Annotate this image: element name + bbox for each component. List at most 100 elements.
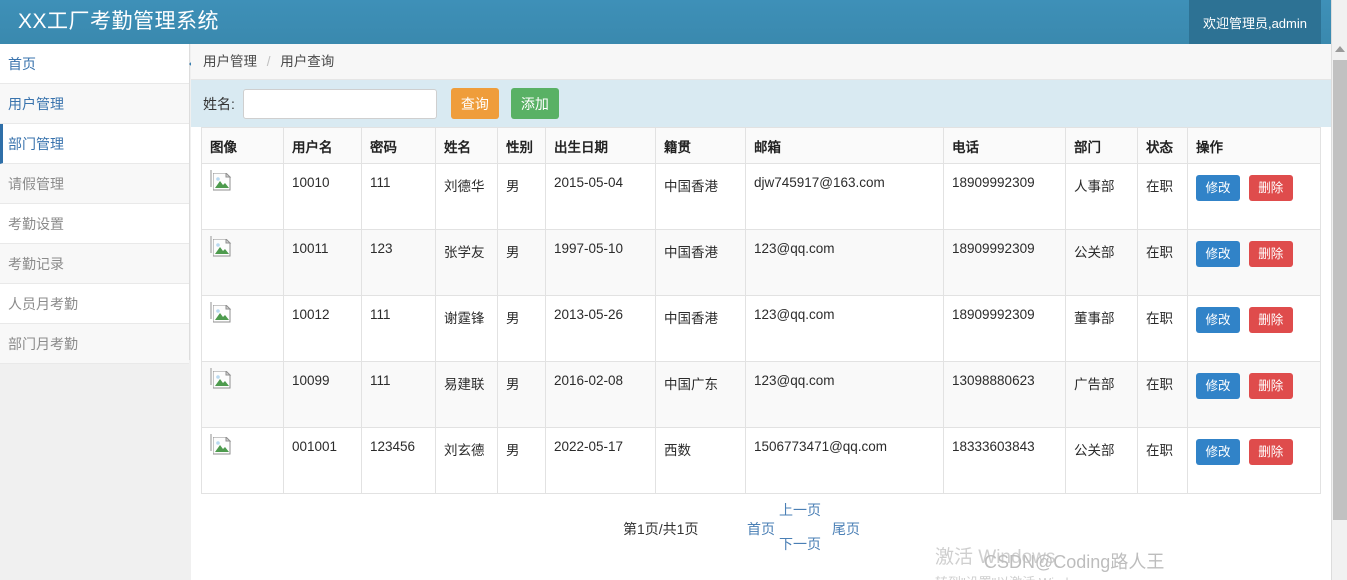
cell-username: 10010 [284,164,362,230]
cell-status: 在职 [1138,296,1188,362]
next-page-link[interactable]: 下一页 [779,534,821,554]
cell-status: 在职 [1138,164,1188,230]
scroll-up-arrow-icon[interactable] [1335,46,1345,52]
sidebar-navigation: 首页 用户管理 部门管理 请假管理 考勤设置 考勤记录 人员月考勤 部门月考勤 [0,44,190,360]
cell-password: 111 [362,164,436,230]
cell-image [202,164,284,230]
cell-email: 1506773471@qq.com [746,428,944,494]
cell-gender: 男 [498,296,546,362]
delete-button[interactable]: 删除 [1249,175,1293,201]
sidebar-item-label: 人员月考勤 [8,296,78,312]
edit-button[interactable]: 修改 [1196,307,1240,333]
cell-image [202,428,284,494]
column-header-email: 邮箱 [746,128,944,164]
sidebar-item-leave-management[interactable]: 请假管理 [0,164,189,204]
first-page-link[interactable]: 首页 [747,519,775,539]
cell-department: 广告部 [1066,362,1138,428]
cell-birthday: 2016-02-08 [546,362,656,428]
cell-status: 在职 [1138,362,1188,428]
column-header-status: 状态 [1138,128,1188,164]
broken-image-icon [210,434,212,451]
cell-hometown: 西数 [656,428,746,494]
sidebar-item-attendance-settings[interactable]: 考勤设置 [0,204,189,244]
application-window: XX工厂考勤管理系统 欢迎管理员,admin 首页 用户管理 部门管理 请假管理… [0,0,1347,580]
cell-gender: 男 [498,230,546,296]
cell-image [202,296,284,362]
last-page-link[interactable]: 尾页 [832,519,860,539]
cell-phone: 18909992309 [944,296,1066,362]
table-row: 001001 123456 刘玄德 男 2022-05-17 西数 150677… [202,428,1321,494]
table-header-row: 图像 用户名 密码 姓名 性别 出生日期 籍贯 邮箱 电话 部门 状态 操作 [202,128,1321,164]
cell-birthday: 2022-05-17 [546,428,656,494]
cell-actions: 修改 删除 [1188,296,1321,362]
delete-button[interactable]: 删除 [1249,439,1293,465]
column-header-gender: 性别 [498,128,546,164]
name-field-label: 姓名: [203,94,235,114]
column-header-actions: 操作 [1188,128,1321,164]
column-header-image: 图像 [202,128,284,164]
cell-name: 刘玄德 [436,428,498,494]
scrollbar-thumb[interactable] [1333,60,1347,520]
breadcrumb-parent[interactable]: 用户管理 [203,54,257,69]
user-table: 图像 用户名 密码 姓名 性别 出生日期 籍贯 邮箱 电话 部门 状态 操作 [201,127,1321,494]
delete-button[interactable]: 删除 [1249,373,1293,399]
pagination-bar: 第1页/共1页 首页 上一页 下一页 尾页 [191,494,1331,556]
sidebar-item-personnel-monthly-attendance[interactable]: 人员月考勤 [0,284,189,324]
name-search-input[interactable] [243,89,437,119]
column-header-phone: 电话 [944,128,1066,164]
previous-page-link[interactable]: 上一页 [779,500,821,520]
page-info: 第1页/共1页 [623,519,698,539]
edit-button[interactable]: 修改 [1196,439,1240,465]
cell-password: 123 [362,230,436,296]
sidebar-item-attendance-records[interactable]: 考勤记录 [0,244,189,284]
cell-birthday: 2013-05-26 [546,296,656,362]
app-title: XX工厂考勤管理系统 [18,0,219,44]
column-header-name: 姓名 [436,128,498,164]
sidebar-item-home[interactable]: 首页 [0,44,189,84]
cell-hometown: 中国香港 [656,296,746,362]
cell-gender: 男 [498,164,546,230]
sidebar-item-label: 考勤设置 [8,216,64,232]
breadcrumb-separator: / [267,54,271,69]
sidebar-item-user-management[interactable]: 用户管理 [0,84,189,124]
cell-birthday: 2015-05-04 [546,164,656,230]
delete-button[interactable]: 删除 [1249,307,1293,333]
column-header-username: 用户名 [284,128,362,164]
cell-hometown: 中国香港 [656,164,746,230]
table-row: 10099 111 易建联 男 2016-02-08 中国广东 123@qq.c… [202,362,1321,428]
top-header-bar: XX工厂考勤管理系统 欢迎管理员,admin [0,0,1331,44]
page-scrollbar[interactable] [1331,0,1347,580]
cell-email: 123@qq.com [746,296,944,362]
sidebar-item-department-monthly-attendance[interactable]: 部门月考勤 [0,324,189,364]
cell-username: 10012 [284,296,362,362]
cell-image [202,230,284,296]
cell-department: 人事部 [1066,164,1138,230]
cell-hometown: 中国香港 [656,230,746,296]
delete-button[interactable]: 删除 [1249,241,1293,267]
cell-email: djw745917@163.com [746,164,944,230]
breadcrumb: 用户管理 / 用户查询 [191,44,1331,80]
cell-name: 刘德华 [436,164,498,230]
cell-phone: 13098880623 [944,362,1066,428]
cell-email: 123@qq.com [746,230,944,296]
cell-username: 10011 [284,230,362,296]
cell-status: 在职 [1138,230,1188,296]
cell-actions: 修改 删除 [1188,164,1321,230]
cell-birthday: 1997-05-10 [546,230,656,296]
search-toolbar: 姓名: 查询 添加 [191,80,1331,127]
breadcrumb-current[interactable]: 用户查询 [280,54,334,69]
query-button[interactable]: 查询 [451,88,499,119]
cell-actions: 修改 删除 [1188,230,1321,296]
user-greeting-box[interactable]: 欢迎管理员,admin [1189,0,1321,50]
cell-actions: 修改 删除 [1188,362,1321,428]
edit-button[interactable]: 修改 [1196,175,1240,201]
add-button[interactable]: 添加 [511,88,559,119]
edit-button[interactable]: 修改 [1196,373,1240,399]
cell-name: 谢霆锋 [436,296,498,362]
sidebar-item-department-management[interactable]: 部门管理 [0,124,189,164]
edit-button[interactable]: 修改 [1196,241,1240,267]
cell-password: 111 [362,296,436,362]
column-header-hometown: 籍贯 [656,128,746,164]
table-row: 10011 123 张学友 男 1997-05-10 中国香港 123@qq.c… [202,230,1321,296]
sidebar-item-label: 部门月考勤 [8,336,78,352]
